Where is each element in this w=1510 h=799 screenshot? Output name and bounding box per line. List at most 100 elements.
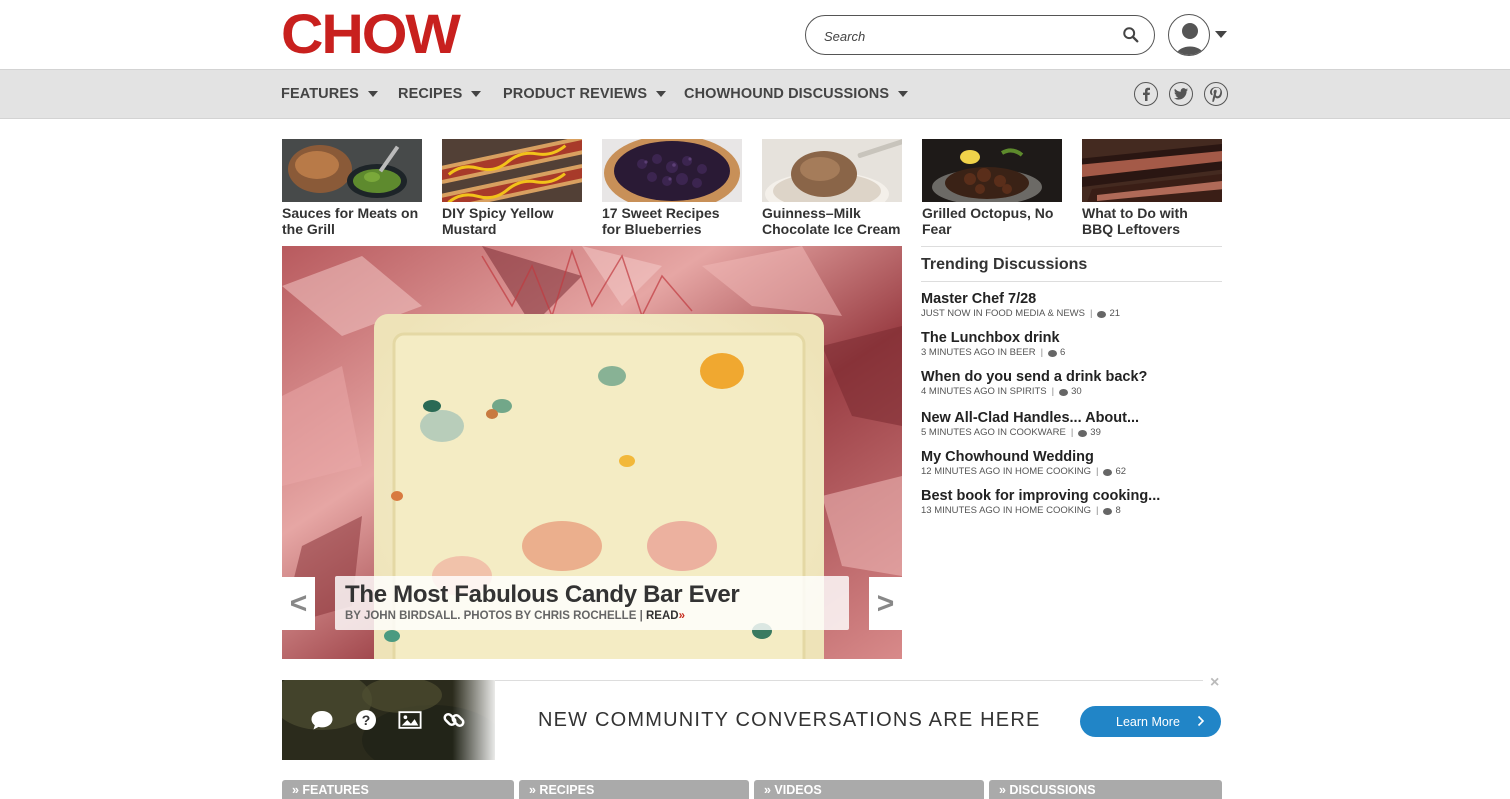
search-icon[interactable] [1122, 26, 1140, 44]
trending-item-meta: JUST NOW IN FOOD MEDIA & NEWS | 21 [921, 308, 1222, 320]
trending-item-meta: 5 MINUTES AGO IN COOKWARE | 39 [921, 427, 1222, 439]
chat-bubble-icon [310, 708, 334, 732]
section-tab-videos[interactable]: » VIDEOS [754, 780, 984, 799]
trending-item-title[interactable]: The Lunchbox drink [921, 330, 1222, 347]
hero-next-button[interactable]: > [869, 577, 902, 630]
hero-read-link[interactable]: READ [646, 610, 679, 622]
user-silhouette-icon [1175, 23, 1205, 55]
user-menu-caret-icon[interactable] [1215, 31, 1227, 38]
trending-item-title[interactable]: Master Chef 7/28 [921, 291, 1222, 308]
trending-item-title[interactable]: New All-Clad Handles... About... [921, 410, 1222, 427]
trending-discussions: Trending Discussions Master Chef 7/28 JU… [921, 246, 1222, 527]
trending-item-meta-text: JUST NOW IN FOOD MEDIA & NEWS [921, 308, 1085, 319]
section-tab-features[interactable]: » FEATURES [282, 780, 514, 799]
section-tab-discussions[interactable]: » DISCUSSIONS [989, 780, 1222, 799]
section-tab-label: » FEATURES [292, 783, 369, 797]
chow-logo[interactable]: CHOW [281, 6, 461, 62]
question-icon: ? [354, 708, 378, 732]
section-tab-recipes[interactable]: » RECIPES [519, 780, 749, 799]
link-icon [442, 708, 466, 732]
hero-byline: BY JOHN BIRDSALL. PHOTOS BY CHRIS ROCHEL… [345, 610, 839, 622]
facebook-icon[interactable] [1134, 82, 1158, 106]
trending-item[interactable]: New All-Clad Handles... About... 5 MINUT… [921, 410, 1222, 449]
comment-bubble-icon [1103, 468, 1113, 476]
chevron-down-icon [471, 91, 482, 97]
twitter-icon[interactable] [1169, 82, 1193, 106]
thumb-image[interactable] [762, 139, 902, 202]
pinterest-icon[interactable] [1204, 82, 1228, 106]
promo-image: ? [282, 680, 495, 760]
search-box[interactable] [805, 15, 1155, 55]
trending-item-title[interactable]: When do you send a drink back? [921, 369, 1222, 386]
trending-item-meta-text: 4 MINUTES AGO IN SPIRITS [921, 386, 1047, 397]
meta-divider: | [1089, 308, 1093, 319]
user-avatar[interactable] [1168, 14, 1210, 56]
thumb-image[interactable] [1082, 139, 1222, 202]
thumb-caption[interactable]: What to Do with BBQ Leftovers [1082, 205, 1222, 237]
hero-slider[interactable]: < > The Most Fabulous Candy Bar Ever BY … [282, 246, 902, 659]
comment-count: 6 [1060, 347, 1066, 358]
nav-product-reviews-label: PRODUCT REVIEWS [503, 86, 648, 102]
trending-item[interactable]: Master Chef 7/28 JUST NOW IN FOOD MEDIA … [921, 291, 1222, 330]
image-icon [398, 708, 422, 732]
thumb-image[interactable] [602, 139, 742, 202]
nav-recipes[interactable]: RECIPES [398, 86, 482, 102]
trending-item-meta: 4 MINUTES AGO IN SPIRITS | 30 [921, 386, 1222, 398]
thumb-card[interactable]: DIY Spicy Yellow Mustard [442, 139, 582, 237]
trending-item-meta: 13 MINUTES AGO IN HOME COOKING | 8 [921, 505, 1222, 517]
meta-divider: | [1051, 386, 1055, 397]
thumb-caption[interactable]: DIY Spicy Yellow Mustard [442, 205, 582, 237]
thumb-image[interactable] [442, 139, 582, 202]
learn-more-label: Learn More [1116, 714, 1180, 729]
thumb-card[interactable]: Guinness–Milk Chocolate Ice Cream [762, 139, 902, 237]
thumb-card[interactable]: 17 Sweet Recipes for Blueberries [602, 139, 742, 237]
thumb-caption[interactable]: 17 Sweet Recipes for Blueberries [602, 205, 742, 237]
thumb-caption[interactable]: Grilled Octopus, No Fear [922, 205, 1062, 237]
trending-item[interactable]: My Chowhound Wedding 12 MINUTES AGO IN H… [921, 449, 1222, 488]
thumb-card[interactable]: Grilled Octopus, No Fear [922, 139, 1062, 237]
thumb-card[interactable]: Sauces for Meats on the Grill [282, 139, 422, 237]
thumb-caption[interactable]: Sauces for Meats on the Grill [282, 205, 422, 237]
chevron-right-icon [1197, 714, 1205, 730]
hero-title[interactable]: The Most Fabulous Candy Bar Ever [345, 581, 839, 609]
trending-item-meta-text: 12 MINUTES AGO IN HOME COOKING [921, 466, 1091, 477]
comment-count: 39 [1090, 427, 1101, 438]
promo-headline: NEW COMMUNITY CONVERSATIONS ARE HERE [538, 709, 1041, 731]
section-tab-label: » DISCUSSIONS [999, 783, 1096, 797]
trending-item[interactable]: Best book for improving cooking... 13 MI… [921, 488, 1222, 527]
thumb-image[interactable] [922, 139, 1062, 202]
comment-bubble-icon [1059, 388, 1069, 396]
promo-icons: ? [310, 708, 466, 732]
nav-product-reviews[interactable]: PRODUCT REVIEWS [503, 86, 667, 102]
trending-item-meta-text: 5 MINUTES AGO IN COOKWARE [921, 427, 1066, 438]
section-tab-label: » RECIPES [529, 783, 595, 797]
comment-count: 21 [1109, 308, 1121, 319]
trending-item-title[interactable]: Best book for improving cooking... [921, 488, 1222, 505]
trending-item-title[interactable]: My Chowhound Wedding [921, 449, 1222, 466]
learn-more-button[interactable]: Learn More [1080, 706, 1221, 737]
hero-byline-text: BY JOHN BIRDSALL. PHOTOS BY CHRIS ROCHEL… [345, 610, 637, 622]
hero-prev-button[interactable]: < [282, 577, 315, 630]
trending-item[interactable]: When do you send a drink back? 4 MINUTES… [921, 369, 1222, 410]
comment-bubble-icon [1048, 349, 1058, 357]
svg-text:?: ? [362, 712, 371, 728]
thumb-card[interactable]: What to Do with BBQ Leftovers [1082, 139, 1222, 237]
meta-divider: | [1040, 347, 1044, 358]
main-nav: FEATURES RECIPES PRODUCT REVIEWS CHOWHOU… [0, 69, 1510, 119]
close-icon[interactable]: × [1210, 674, 1219, 692]
meta-divider: | [1070, 427, 1074, 438]
search-input[interactable] [824, 25, 1114, 47]
promo-divider [495, 680, 1203, 681]
community-promo-banner: ? NEW COMMUNITY CONVERSATIONS ARE HERE L… [282, 674, 1222, 760]
thumb-image[interactable] [282, 139, 422, 202]
read-arrow-icon: » [678, 610, 685, 622]
comment-bubble-icon [1097, 310, 1107, 318]
nav-chowhound-discussions[interactable]: CHOWHOUND DISCUSSIONS [684, 86, 909, 102]
nav-features[interactable]: FEATURES [281, 86, 378, 102]
chevron-down-icon [367, 91, 378, 97]
hero-caption[interactable]: The Most Fabulous Candy Bar Ever BY JOHN… [335, 576, 849, 630]
thumb-caption[interactable]: Guinness–Milk Chocolate Ice Cream [762, 205, 902, 237]
comment-bubble-icon [1078, 429, 1088, 437]
trending-item[interactable]: The Lunchbox drink 3 MINUTES AGO IN BEER… [921, 330, 1222, 369]
comment-count: 8 [1115, 505, 1121, 516]
